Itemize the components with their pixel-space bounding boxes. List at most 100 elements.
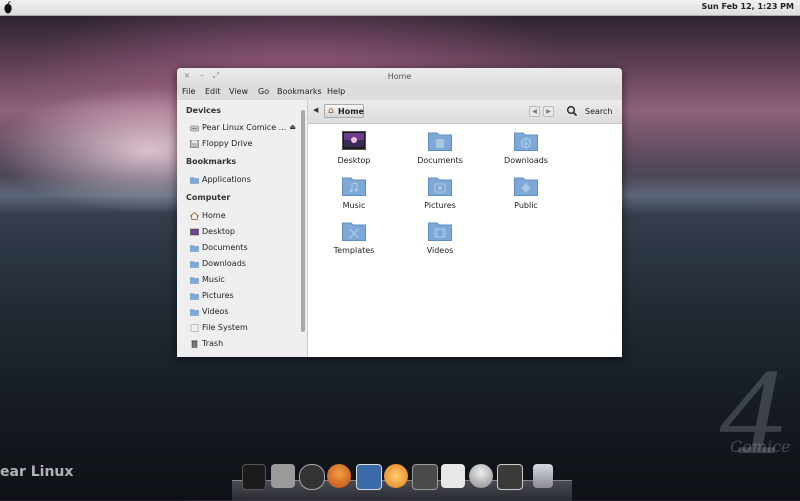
sidebar-item-file-system[interactable]: File System bbox=[186, 322, 296, 335]
sidebar-item-label: Home bbox=[202, 211, 226, 220]
file-label: Desktop bbox=[337, 156, 371, 165]
trash-icon bbox=[191, 340, 198, 348]
downloads-folder-icon bbox=[514, 132, 538, 151]
sidebar-item-documents[interactable]: Documents bbox=[186, 242, 296, 255]
window-title: Home bbox=[387, 72, 412, 81]
file-item-documents[interactable]: Documents bbox=[405, 131, 475, 171]
rocket-icon[interactable] bbox=[271, 464, 295, 488]
sidebar-item-label: Desktop bbox=[202, 227, 235, 236]
menu-bookmarks[interactable]: Bookmarks bbox=[277, 87, 322, 96]
file-item-desktop[interactable]: Desktop bbox=[319, 131, 389, 171]
desktop-brand-text: ear Linux bbox=[0, 464, 74, 480]
documents-folder-icon bbox=[428, 132, 452, 151]
menu-file[interactable]: File bbox=[182, 87, 195, 96]
sidebar-item-pictures[interactable]: Pictures bbox=[186, 290, 296, 303]
sidebar-item-label: Pear Linux Comice ... bbox=[202, 123, 287, 132]
titlebar[interactable]: × – ⤢ Home bbox=[177, 68, 622, 86]
file-item-videos[interactable]: Videos bbox=[405, 221, 475, 261]
file-label: Templates bbox=[333, 246, 375, 255]
location-toolbar: ◀ ⌂ Home ◀ ▶ Search bbox=[308, 100, 622, 124]
breadcrumb-home[interactable]: ⌂ Home bbox=[324, 104, 364, 118]
sidebar-item-downloads[interactable]: Downloads bbox=[186, 258, 296, 271]
sidebar-item-label: Applications bbox=[202, 175, 251, 184]
menu-help[interactable]: Help bbox=[327, 87, 345, 96]
folder-icon bbox=[190, 277, 199, 284]
pear-logo-icon[interactable] bbox=[3, 1, 13, 14]
file-manager-window: × – ⤢ Home File Edit View Go Bookmarks H… bbox=[177, 68, 622, 357]
file-label: Pictures bbox=[424, 201, 456, 210]
sidebar-heading-devices: Devices bbox=[186, 106, 221, 115]
sidebar-heading-computer: Computer bbox=[186, 193, 231, 202]
forward-button[interactable]: ▶ bbox=[543, 106, 554, 117]
sidebar-item-label: File System bbox=[202, 323, 248, 332]
sidebar-item-label: Floppy Drive bbox=[202, 139, 253, 148]
video-player-icon[interactable] bbox=[412, 464, 438, 490]
folder-icon bbox=[190, 261, 199, 268]
sidebar-item-videos[interactable]: Videos bbox=[186, 306, 296, 319]
file-label: Public bbox=[514, 201, 538, 210]
eject-icon[interactable]: ⏏ bbox=[289, 123, 296, 131]
desktop-icon bbox=[190, 228, 199, 236]
file-item-public[interactable]: Public bbox=[491, 176, 561, 216]
sidebar-item-music[interactable]: Music bbox=[186, 274, 296, 287]
desktop-folder-icon bbox=[342, 131, 366, 150]
terminal-icon[interactable] bbox=[497, 464, 523, 490]
file-item-music[interactable]: Music bbox=[319, 176, 389, 216]
sidebar-item-label: Downloads bbox=[202, 259, 246, 268]
public-folder-icon bbox=[514, 177, 538, 196]
monitor-icon[interactable] bbox=[242, 464, 266, 490]
watermark-text: Comice bbox=[730, 437, 791, 456]
menu-go[interactable]: Go bbox=[258, 87, 269, 96]
file-label: Music bbox=[342, 201, 366, 210]
sidebar-item-label: Pictures bbox=[202, 291, 234, 300]
sidebar-item-pear-linux[interactable]: Pear Linux Comice ... ⏏ bbox=[186, 122, 296, 135]
sidebar-item-label: Videos bbox=[202, 307, 229, 316]
file-item-downloads[interactable]: Downloads bbox=[491, 131, 561, 171]
sidebar-scrollbar[interactable] bbox=[301, 110, 305, 332]
sidebar-item-applications[interactable]: Applications bbox=[186, 174, 296, 187]
drive-icon bbox=[190, 125, 199, 132]
user-icon[interactable] bbox=[469, 464, 493, 488]
sidebar-item-trash[interactable]: Trash bbox=[186, 338, 296, 351]
trash-dock-icon[interactable] bbox=[533, 464, 553, 488]
search-icon[interactable] bbox=[566, 105, 578, 117]
menu-view[interactable]: View bbox=[229, 87, 248, 96]
folder-icon bbox=[190, 177, 199, 184]
firefox-icon[interactable] bbox=[327, 464, 351, 488]
home-icon: ⌂ bbox=[328, 106, 334, 116]
scroll-left-icon[interactable]: ◀ bbox=[313, 106, 318, 114]
home-icon bbox=[190, 212, 199, 220]
mail-icon[interactable] bbox=[356, 464, 382, 490]
app-store-icon[interactable] bbox=[299, 464, 325, 490]
sidebar-heading-bookmarks: Bookmarks bbox=[186, 157, 237, 166]
sidebar-item-label: Music bbox=[202, 275, 225, 284]
pictures-folder-icon bbox=[428, 177, 452, 196]
menubar: File Edit View Go Bookmarks Help bbox=[177, 86, 622, 100]
folder-icon bbox=[190, 245, 199, 252]
folder-icon bbox=[190, 293, 199, 300]
file-view: Desktop Documents Downloads Music Pictur… bbox=[308, 124, 622, 357]
file-item-pictures[interactable]: Pictures bbox=[405, 176, 475, 216]
search-label[interactable]: Search bbox=[585, 107, 612, 116]
menu-edit[interactable]: Edit bbox=[205, 87, 221, 96]
burner-icon[interactable] bbox=[384, 464, 408, 488]
folder-icon bbox=[190, 309, 199, 316]
floppy-icon bbox=[190, 140, 199, 148]
sidebar-item-label: Trash bbox=[202, 339, 224, 348]
file-item-templates[interactable]: Templates bbox=[319, 221, 389, 261]
document-icon[interactable] bbox=[441, 464, 465, 488]
sidebar-item-label: Documents bbox=[202, 243, 248, 252]
file-label: Downloads bbox=[504, 156, 548, 165]
file-label: Videos bbox=[426, 246, 454, 255]
back-button[interactable]: ◀ bbox=[529, 106, 540, 117]
clock[interactable]: Sun Feb 12, 1:23 PM bbox=[702, 2, 794, 11]
file-label: Documents bbox=[417, 156, 463, 165]
templates-folder-icon bbox=[342, 222, 366, 241]
music-folder-icon bbox=[342, 177, 366, 196]
top-panel: Sun Feb 12, 1:23 PM bbox=[0, 0, 800, 16]
sidebar-item-desktop[interactable]: Desktop bbox=[186, 226, 296, 239]
sidebar-item-home[interactable]: Home bbox=[186, 210, 296, 223]
sidebar-item-floppy-drive[interactable]: Floppy Drive bbox=[186, 138, 296, 151]
filesystem-icon bbox=[190, 324, 199, 332]
places-sidebar: Devices Pear Linux Comice ... ⏏ Floppy D… bbox=[177, 100, 308, 357]
